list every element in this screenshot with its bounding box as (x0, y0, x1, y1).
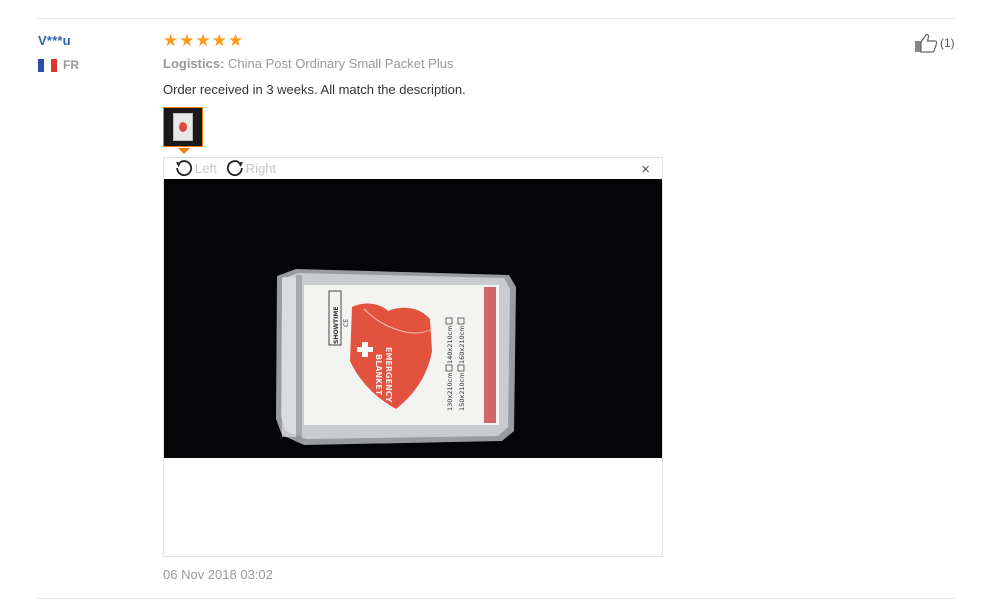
reviewer-country: FR (38, 58, 79, 72)
rotate-left-button[interactable]: Left (174, 158, 217, 178)
photo-title-line2: BLANKET (374, 354, 383, 396)
thumbnail-pointer (178, 148, 190, 154)
photo-ce-mark: CE (343, 319, 350, 327)
rotate-right-button[interactable]: Right (225, 158, 276, 178)
thumbnail-image (173, 113, 193, 141)
rotate-left-icon (176, 160, 193, 176)
logistics-value: China Post Ordinary Small Packet Plus (228, 56, 454, 71)
rotate-right-label: Right (245, 160, 277, 176)
thumbs-up-icon (915, 33, 938, 53)
photo-brand: SHOWTIME (333, 307, 340, 344)
photo-content: EMERGENCY BLANKET SHOWTIME CE 130x210cm … (164, 179, 662, 458)
star-icon: ★ (228, 31, 244, 50)
review-photo: EMERGENCY BLANKET SHOWTIME CE 130x210cm … (164, 179, 662, 458)
close-icon[interactable]: × (641, 162, 650, 177)
photo-viewer: Left Right × EMERGENCY BLANKET SHOWTIME … (163, 157, 663, 557)
country-code: FR (63, 58, 79, 72)
flag-fr-icon (38, 58, 57, 72)
logistics-label: Logistics: (163, 56, 225, 71)
rotate-left-label: Left (195, 160, 217, 176)
photo-size-3: 150x210cm (458, 372, 466, 411)
viewer-toolbar: Left Right (174, 158, 276, 178)
helpful-button[interactable]: (1) (914, 33, 955, 53)
review-text: Order received in 3 weeks. All match the… (163, 82, 466, 97)
star-icon: ★ (163, 31, 179, 50)
star-rating: ★ ★ ★ ★ ★ (163, 32, 863, 50)
helpful-count: (1) (940, 36, 955, 50)
reviewer-info: V***u FR (38, 33, 79, 72)
review-photo-thumbnail[interactable] (163, 107, 203, 147)
logistics-info: Logistics: China Post Ordinary Small Pac… (163, 56, 863, 71)
star-icon: ★ (195, 31, 211, 50)
top-divider (37, 18, 956, 19)
photo-size-2: 140x210cm (446, 325, 454, 364)
review-date: 06 Nov 2018 03:02 (163, 567, 273, 582)
star-icon: ★ (211, 31, 227, 50)
star-icon: ★ (179, 31, 195, 50)
rotate-right-icon (226, 160, 243, 176)
photo-size-4: 160x210cm (458, 325, 466, 364)
photo-size-1: 130x210cm (446, 372, 454, 411)
review-body: ★ ★ ★ ★ ★ Logistics: China Post Ordinary… (163, 32, 863, 98)
photo-title-line1: EMERGENCY (384, 347, 393, 403)
bottom-divider (37, 598, 956, 599)
reviewer-name: V***u (38, 33, 71, 48)
